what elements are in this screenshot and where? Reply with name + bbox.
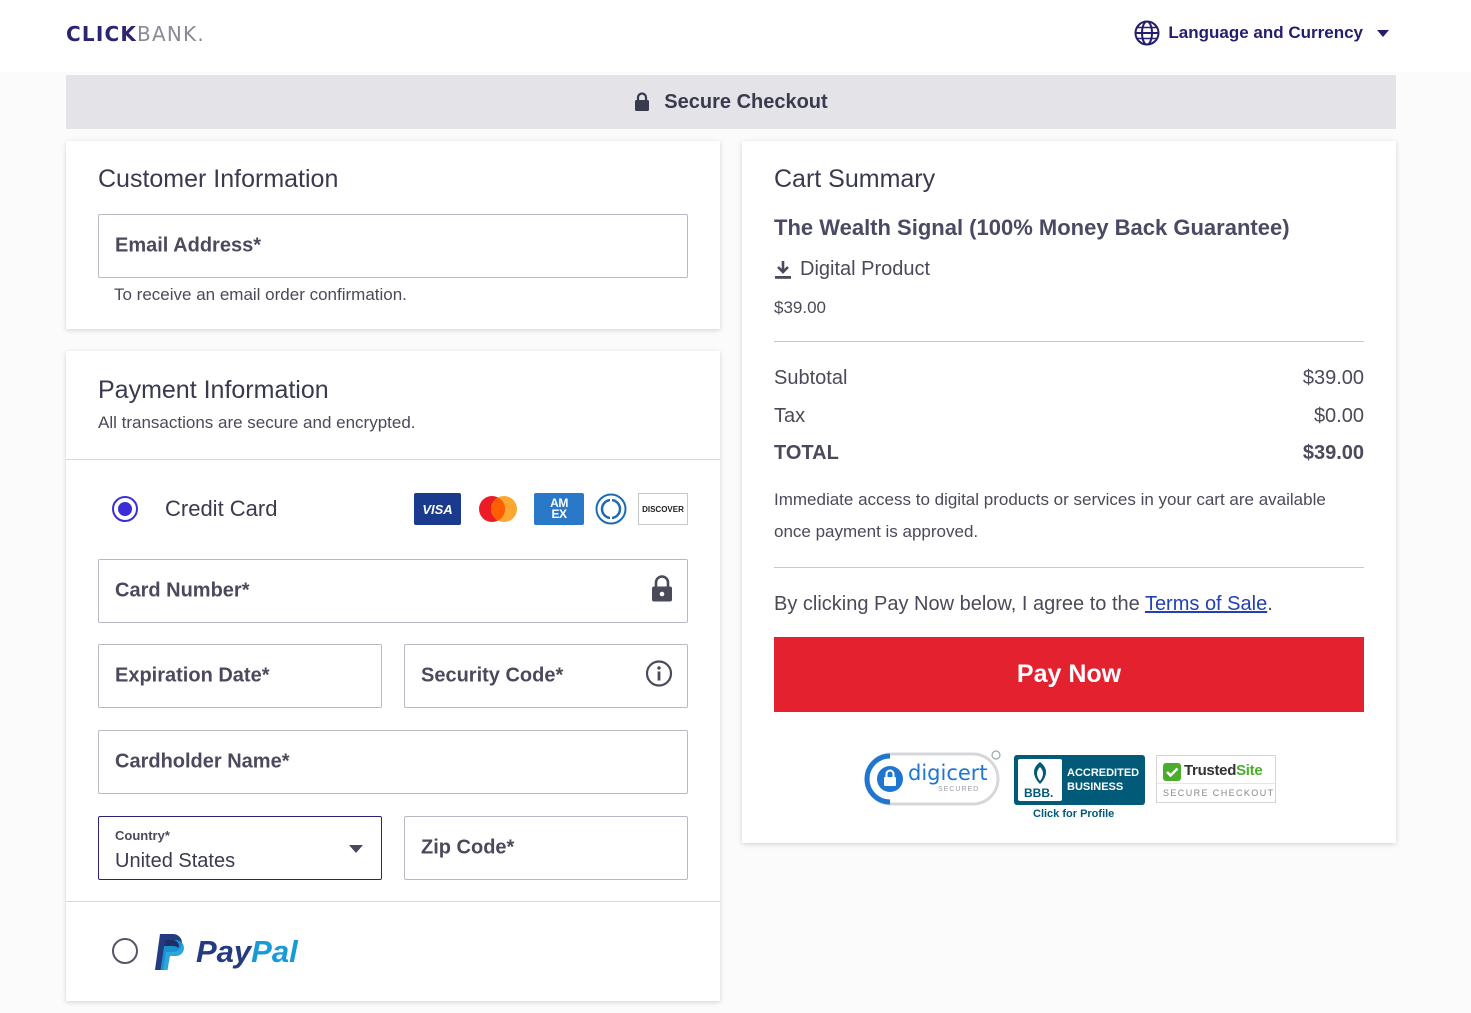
cart-divider-top	[774, 341, 1364, 342]
product-price: $39.00	[774, 298, 826, 317]
bbb-business: BUSINESS	[1067, 781, 1124, 793]
product-type: Digital Product	[774, 258, 930, 281]
subtotal-row: Subtotal $39.00	[774, 367, 1364, 390]
cart-divider-bottom	[774, 567, 1364, 568]
chevron-down-icon	[1377, 29, 1389, 37]
bbb-mark: BBB.	[1024, 786, 1054, 800]
language-currency-selector[interactable]: Language and Currency	[1134, 20, 1389, 46]
discover-icon: DISCOVER	[638, 493, 688, 525]
tax-label: Tax	[774, 405, 806, 427]
country-value: United States	[115, 850, 236, 872]
terms-of-sale-link[interactable]: Terms of Sale	[1145, 593, 1267, 615]
paypal-logo[interactable]: PayPal	[152, 932, 298, 972]
payment-divider-top	[66, 459, 720, 460]
total-value: $39.00	[1302, 442, 1364, 464]
amex-icon: AM EX	[534, 493, 584, 525]
globe-icon	[1134, 20, 1160, 46]
paypal-icon	[155, 934, 184, 970]
security-code-field[interactable]: Security Code*	[404, 644, 688, 708]
cart-summary-title: Cart Summary	[774, 165, 936, 193]
trustedsite-badge[interactable]: TrustedSite SECURE CHECKOUT	[1156, 755, 1276, 803]
card-number-field[interactable]: Card Number*	[98, 559, 688, 623]
terms-text: By clicking Pay Now below, I agree to th…	[774, 593, 1273, 615]
language-currency-label: Language and Currency	[1168, 23, 1363, 42]
customer-information-title: Customer Information	[98, 165, 339, 193]
expiration-date-field[interactable]: Expiration Date*	[98, 644, 382, 708]
trustedsite-sublabel: SECURE CHECKOUT	[1163, 788, 1275, 798]
subtotal-value: $39.00	[1302, 367, 1364, 389]
digicert-sublabel: SECURED	[938, 786, 980, 793]
pay-now-button[interactable]: Pay Now	[774, 637, 1364, 712]
tax-value: $0.00	[1313, 405, 1364, 427]
cardholder-name-field[interactable]: Cardholder Name*	[98, 730, 688, 794]
product-name: The Wealth Signal (100% Money Back Guara…	[774, 215, 1290, 240]
total-row: TOTAL $39.00	[774, 442, 1364, 465]
paypal-radio[interactable]	[112, 938, 138, 964]
credit-card-label[interactable]: Credit Card	[165, 496, 277, 522]
checkmark-icon	[1163, 763, 1181, 781]
digicert-label: digicert	[908, 761, 988, 785]
access-note: Immediate access to digital products or …	[774, 490, 1326, 541]
mastercard-icon	[474, 493, 522, 525]
total-label: TOTAL	[774, 442, 839, 464]
payment-information-title: Payment Information	[98, 376, 329, 404]
lock-icon	[635, 92, 650, 111]
email-helper-text: To receive an email order confirmation.	[114, 285, 407, 304]
info-icon[interactable]	[645, 660, 673, 693]
zip-code-field[interactable]: Zip Code*	[404, 816, 688, 880]
credit-card-radio[interactable]	[112, 496, 138, 522]
country-select[interactable]: Country* United States	[98, 816, 382, 880]
tax-row: Tax $0.00	[774, 405, 1364, 428]
bbb-profile-link[interactable]: Click for Profile	[1033, 808, 1114, 820]
lock-icon	[651, 575, 673, 608]
secure-checkout-label: Secure Checkout	[664, 90, 828, 113]
country-label: Country*	[115, 828, 170, 843]
visa-icon: VISA	[414, 493, 461, 525]
download-icon	[775, 260, 791, 279]
digicert-badge[interactable]: digicert SECURED	[862, 750, 1002, 808]
bbb-torch-icon	[1034, 762, 1046, 784]
subtotal-label: Subtotal	[774, 367, 848, 389]
payment-divider-bottom	[66, 901, 720, 902]
payment-secure-subtitle: All transactions are secure and encrypte…	[98, 413, 416, 432]
email-field[interactable]: Email Address*	[98, 214, 688, 278]
bbb-badge[interactable]: BBB. ACCREDITED BUSINESS	[1014, 755, 1145, 805]
header: CLICKBANK. Language and Currency	[0, 0, 1471, 72]
clickbank-logo[interactable]: CLICKBANK.	[66, 22, 205, 46]
diners-club-icon	[594, 493, 628, 525]
bbb-accredited: ACCREDITED	[1067, 767, 1140, 779]
chevron-down-icon	[349, 845, 363, 853]
secure-checkout-bar: Secure Checkout	[66, 75, 1396, 129]
